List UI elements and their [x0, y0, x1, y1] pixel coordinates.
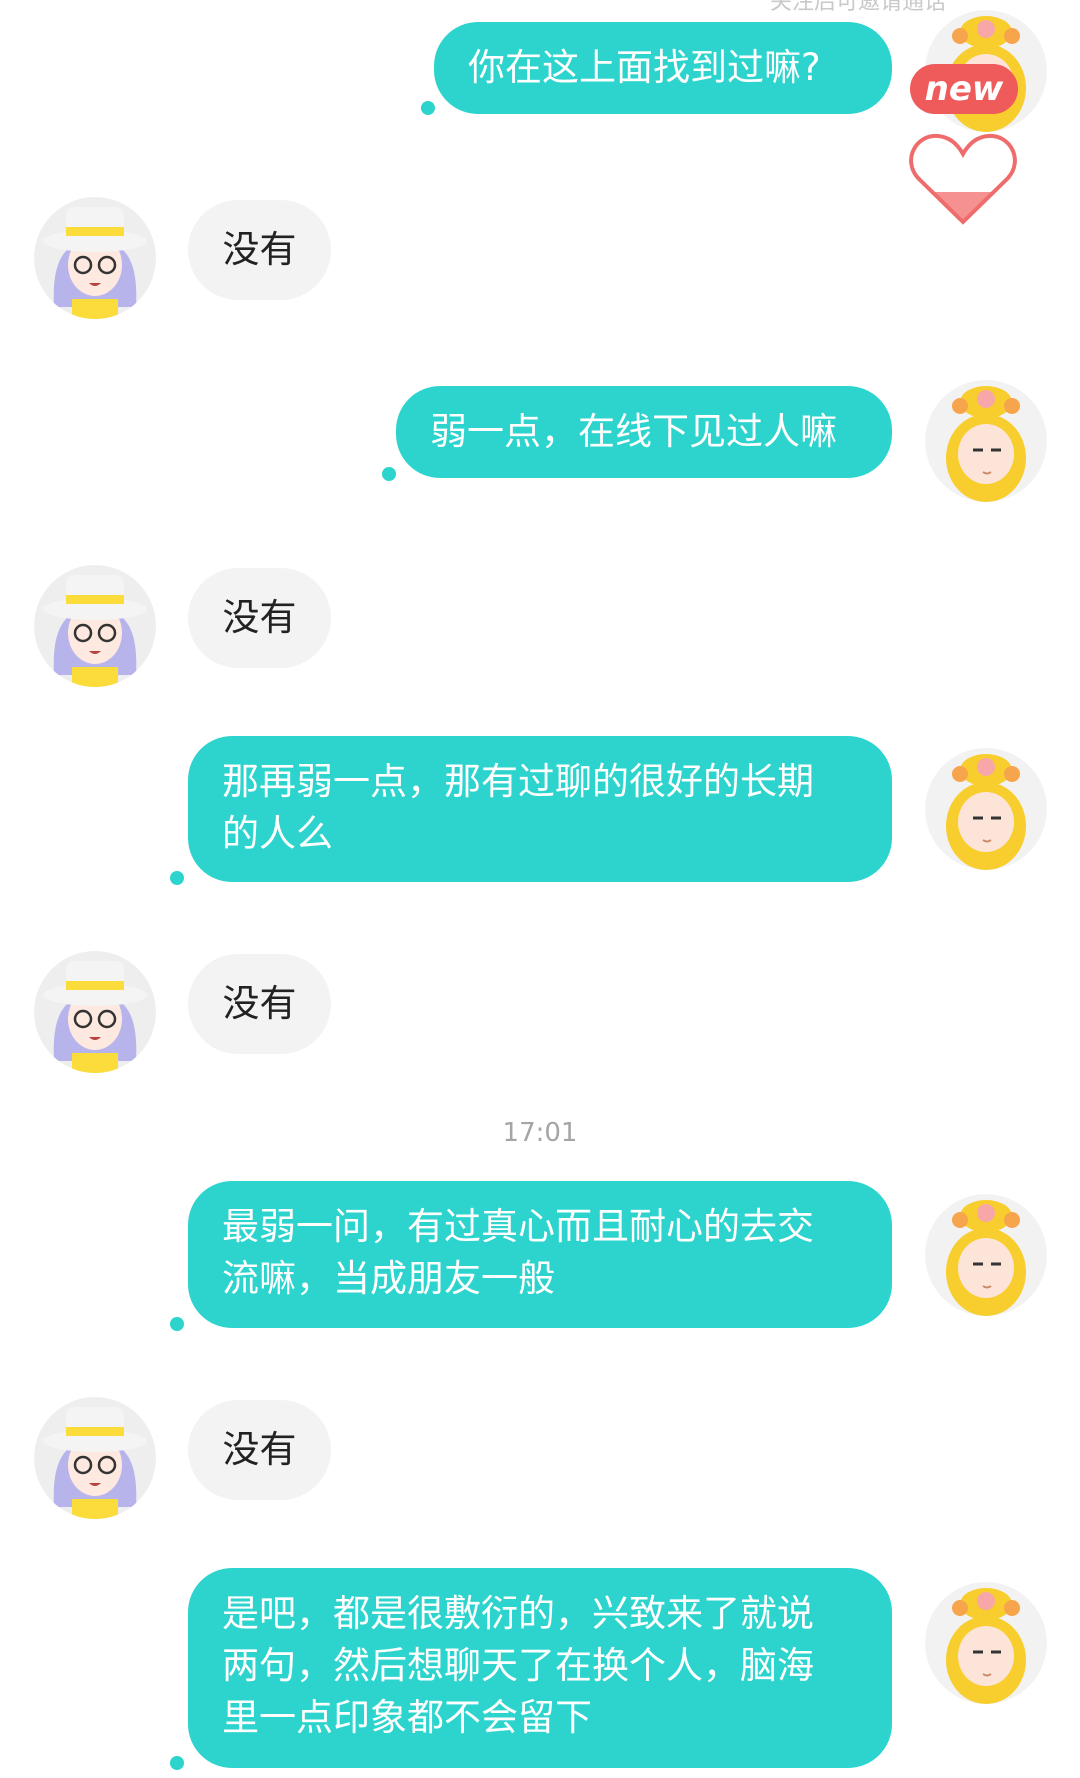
- avatar-self[interactable]: [925, 1194, 1047, 1316]
- message-text: 没有: [222, 596, 297, 639]
- read-status-dot: [170, 1317, 184, 1331]
- message-bubble-outgoing[interactable]: 最弱一问，有过真心而且耐心的去交 流嘛，当成朋友一般: [188, 1181, 892, 1328]
- avatar-other[interactable]: [34, 951, 156, 1073]
- message-line: 是吧，都是很敷衍的，兴致来了就说: [222, 1592, 814, 1635]
- message-bubble-outgoing[interactable]: 你在这上面找到过嘛?: [434, 22, 892, 114]
- message-text: 没有: [222, 982, 297, 1025]
- avatar-self[interactable]: [925, 1582, 1047, 1704]
- message-bubble-outgoing[interactable]: 那再弱一点，那有过聊的很好的长期 的人么: [188, 736, 892, 882]
- call-invite-hint: 关注后可邀请通话: [770, 0, 947, 15]
- avatar-self[interactable]: [925, 748, 1047, 870]
- message-bubble-incoming[interactable]: 没有: [188, 1400, 331, 1500]
- message-line: 两句，然后想聊天了在换个人，脑海: [222, 1644, 814, 1687]
- girl-with-hat-avatar-icon: [34, 951, 156, 1073]
- read-status-dot: [170, 1756, 184, 1770]
- message-text: 弱一点，在线下见过人嘛: [430, 410, 837, 453]
- message-bubble-incoming[interactable]: 没有: [188, 954, 331, 1054]
- cow-costume-avatar-icon: [925, 1194, 1047, 1316]
- avatar-other[interactable]: [34, 565, 156, 687]
- message-line: 流嘛，当成朋友一般: [222, 1257, 555, 1300]
- avatar-self[interactable]: [925, 380, 1047, 502]
- timestamp: 17:01: [502, 1118, 578, 1148]
- message-bubble-incoming[interactable]: 没有: [188, 568, 331, 668]
- message-bubble-incoming[interactable]: 没有: [188, 200, 331, 300]
- message-text: 没有: [222, 1428, 297, 1471]
- message-line: 最弱一问，有过真心而且耐心的去交: [222, 1205, 814, 1248]
- new-badge: new: [910, 64, 1018, 114]
- read-status-dot: [170, 871, 184, 885]
- avatar-other[interactable]: [34, 1397, 156, 1519]
- cow-costume-avatar-icon: [925, 1582, 1047, 1704]
- girl-with-hat-avatar-icon: [34, 1397, 156, 1519]
- message-bubble-outgoing[interactable]: 是吧，都是很敷衍的，兴致来了就说 两句，然后想聊天了在换个人，脑海 里一点印象都…: [188, 1568, 892, 1768]
- cow-costume-avatar-icon: [925, 380, 1047, 502]
- message-line: 那再弱一点，那有过聊的很好的长期: [222, 760, 814, 803]
- message-line: 里一点印象都不会留下: [222, 1696, 592, 1739]
- message-bubble-outgoing[interactable]: 弱一点，在线下见过人嘛: [396, 386, 892, 478]
- cow-costume-avatar-icon: [925, 748, 1047, 870]
- message-text: 没有: [222, 228, 297, 271]
- message-line: 的人么: [222, 812, 333, 855]
- read-status-dot: [421, 101, 435, 115]
- message-text: 你在这上面找到过嘛?: [468, 46, 821, 89]
- avatar-other[interactable]: [34, 197, 156, 319]
- read-status-dot: [382, 467, 396, 481]
- heart-icon[interactable]: [908, 130, 1018, 234]
- girl-with-hat-avatar-icon: [34, 565, 156, 687]
- girl-with-hat-avatar-icon: [34, 197, 156, 319]
